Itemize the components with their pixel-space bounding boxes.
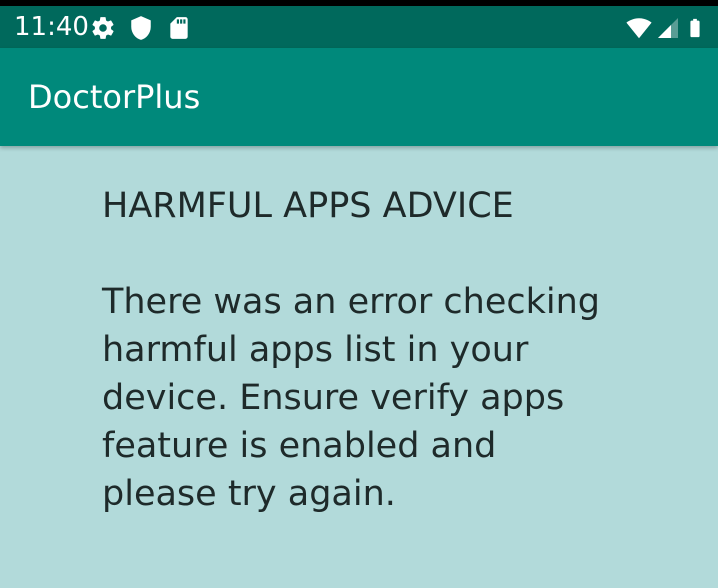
app-title: DoctorPlus bbox=[28, 78, 201, 116]
battery-icon bbox=[684, 15, 706, 41]
cell-signal-icon bbox=[656, 15, 680, 41]
advice-message: There was an error checking harmful apps… bbox=[102, 282, 601, 514]
app-bar: DoctorPlus bbox=[0, 48, 718, 146]
advice-content: HARMFUL APPS ADVICE There was an error c… bbox=[102, 182, 602, 518]
shield-icon bbox=[128, 15, 154, 41]
sd-card-icon bbox=[166, 15, 192, 41]
wifi-icon bbox=[624, 15, 654, 41]
app-screen: 11:40 DoctorPlus HARMFUL APPS ADVICE The… bbox=[0, 0, 718, 588]
advice-heading: HARMFUL APPS ADVICE bbox=[102, 186, 514, 226]
heading-spacer bbox=[102, 230, 602, 278]
gear-icon bbox=[90, 15, 116, 41]
status-bar: 11:40 bbox=[0, 6, 718, 48]
status-time: 11:40 bbox=[14, 12, 89, 42]
